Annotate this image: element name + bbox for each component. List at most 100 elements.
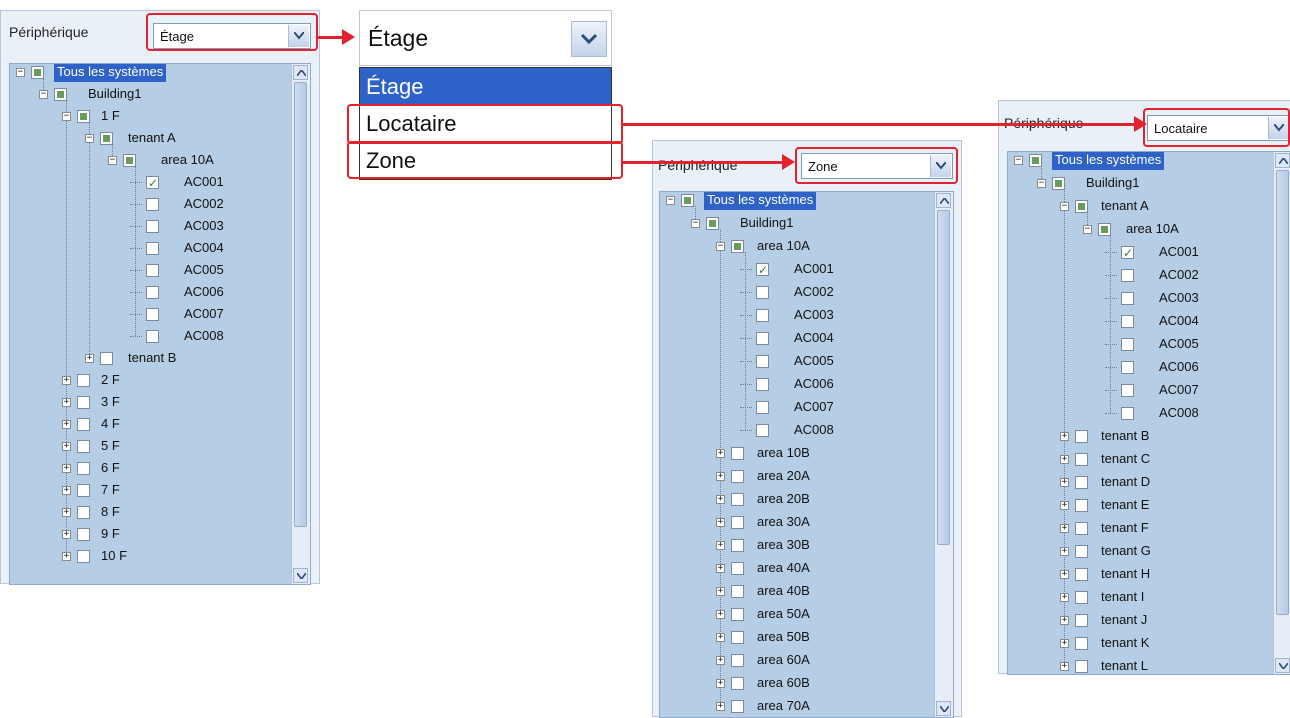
tree-node[interactable]: AC004 — [1008, 311, 1290, 331]
tree-node[interactable]: AC001 — [1008, 242, 1290, 263]
tree-node[interactable]: − tenant A — [1008, 196, 1290, 216]
tree-node[interactable]: +3 F — [10, 392, 310, 412]
tree-node[interactable]: +8 F — [10, 502, 310, 522]
checkbox[interactable] — [756, 309, 769, 322]
expand-icon[interactable]: + — [1060, 547, 1069, 556]
checkbox[interactable] — [756, 286, 769, 299]
checkbox[interactable] — [731, 447, 744, 460]
checkbox[interactable] — [1075, 522, 1088, 535]
tree-node[interactable]: AC004 — [660, 328, 953, 348]
tree-node[interactable]: + area 70A — [660, 696, 953, 716]
checkbox[interactable] — [1121, 269, 1134, 282]
expand-icon[interactable]: + — [716, 518, 725, 527]
tree-node[interactable]: AC007 — [10, 304, 310, 324]
checkbox[interactable] — [77, 396, 90, 409]
expand-icon[interactable]: + — [716, 702, 725, 711]
checkbox[interactable] — [1121, 338, 1134, 351]
tree-root[interactable]: − Tous les systèmes — [1008, 152, 1290, 170]
tree-node[interactable]: + tenant L — [1008, 656, 1290, 674]
checkbox[interactable] — [1075, 545, 1088, 558]
tree-root[interactable]: − Tous les systèmes — [10, 64, 310, 82]
tree-node[interactable]: AC004 — [10, 238, 310, 258]
checkbox[interactable] — [77, 462, 90, 475]
tree-node[interactable]: + tenant K — [1008, 633, 1290, 653]
checkbox[interactable] — [1075, 453, 1088, 466]
expand-icon[interactable]: + — [1060, 524, 1069, 533]
tree-node[interactable]: AC008 — [10, 326, 310, 346]
expand-icon[interactable]: + — [62, 530, 71, 539]
checkbox[interactable] — [1075, 430, 1088, 443]
collapse-icon[interactable]: − — [108, 156, 117, 165]
checkbox[interactable] — [146, 308, 159, 321]
checkbox[interactable] — [1121, 315, 1134, 328]
tree-node[interactable]: + area 60B — [660, 673, 953, 693]
checkbox[interactable] — [731, 585, 744, 598]
checkbox[interactable] — [681, 194, 694, 207]
tree-node[interactable]: + tenant G — [1008, 541, 1290, 561]
option-etage[interactable]: Étage — [360, 68, 611, 105]
checkbox[interactable] — [146, 330, 159, 343]
tree-node[interactable]: + area 30A — [660, 512, 953, 532]
tree-node[interactable]: AC005 — [660, 351, 953, 371]
collapse-icon[interactable]: − — [1060, 202, 1069, 211]
collapse-icon[interactable]: − — [16, 68, 25, 77]
checkbox[interactable] — [146, 220, 159, 233]
tree-node[interactable]: + area 60A — [660, 650, 953, 670]
expand-icon[interactable]: + — [1060, 616, 1069, 625]
expand-icon[interactable]: + — [1060, 639, 1069, 648]
tree-node[interactable]: + tenant B — [10, 348, 310, 368]
collapse-icon[interactable]: − — [85, 134, 94, 143]
expand-icon[interactable]: + — [716, 679, 725, 688]
expand-icon[interactable]: + — [62, 508, 71, 517]
tree-node[interactable]: AC003 — [660, 305, 953, 325]
tree-node[interactable]: + area 40A — [660, 558, 953, 578]
expand-icon[interactable]: + — [62, 398, 71, 407]
expand-icon[interactable]: + — [1060, 478, 1069, 487]
checkbox[interactable] — [731, 562, 744, 575]
checkbox[interactable] — [146, 286, 159, 299]
expand-icon[interactable]: + — [1060, 455, 1069, 464]
expand-icon[interactable]: + — [1060, 570, 1069, 579]
checkbox[interactable] — [146, 173, 159, 193]
expand-icon[interactable]: + — [716, 656, 725, 665]
scroll-down-icon[interactable] — [293, 568, 308, 583]
expand-icon[interactable]: + — [85, 354, 94, 363]
checkbox[interactable] — [731, 608, 744, 621]
tree-node[interactable]: + tenant H — [1008, 564, 1290, 584]
checkbox[interactable] — [731, 493, 744, 506]
tree-node[interactable]: − Building1 — [660, 213, 953, 233]
tree-node[interactable]: AC008 — [660, 420, 953, 440]
checkbox[interactable] — [1121, 292, 1134, 305]
checkbox[interactable] — [1075, 637, 1088, 650]
checkbox[interactable] — [100, 352, 113, 365]
tree-node[interactable]: AC002 — [10, 194, 310, 214]
collapse-icon[interactable]: − — [1037, 179, 1046, 188]
checkbox[interactable] — [731, 700, 744, 713]
expand-icon[interactable]: + — [716, 610, 725, 619]
tree-node[interactable]: +5 F — [10, 436, 310, 456]
collapse-icon[interactable]: − — [62, 112, 71, 121]
checkbox[interactable] — [731, 539, 744, 552]
expand-icon[interactable]: + — [1060, 593, 1069, 602]
collapse-icon[interactable]: − — [666, 196, 675, 205]
tree-node[interactable]: +10 F — [10, 546, 310, 566]
tree-node[interactable]: AC007 — [660, 397, 953, 417]
tree-node[interactable]: + area 20A — [660, 466, 953, 486]
tree-node[interactable]: + tenant I — [1008, 587, 1290, 607]
tree-node[interactable]: AC007 — [1008, 380, 1290, 400]
expand-icon[interactable]: + — [62, 464, 71, 473]
tree-node[interactable]: AC003 — [1008, 288, 1290, 308]
expand-icon[interactable]: + — [62, 420, 71, 429]
tree-node[interactable]: + area 20B — [660, 489, 953, 509]
collapse-icon[interactable]: − — [1083, 225, 1092, 234]
expand-icon[interactable]: + — [62, 486, 71, 495]
tree-node[interactable]: AC001 — [660, 259, 953, 280]
expand-icon[interactable]: + — [716, 472, 725, 481]
tree-node[interactable]: AC005 — [10, 260, 310, 280]
checkbox[interactable] — [1075, 499, 1088, 512]
checkbox[interactable] — [731, 240, 744, 253]
checkbox[interactable] — [1075, 660, 1088, 673]
checkbox[interactable] — [731, 470, 744, 483]
checkbox[interactable] — [1121, 384, 1134, 397]
checkbox[interactable] — [77, 440, 90, 453]
